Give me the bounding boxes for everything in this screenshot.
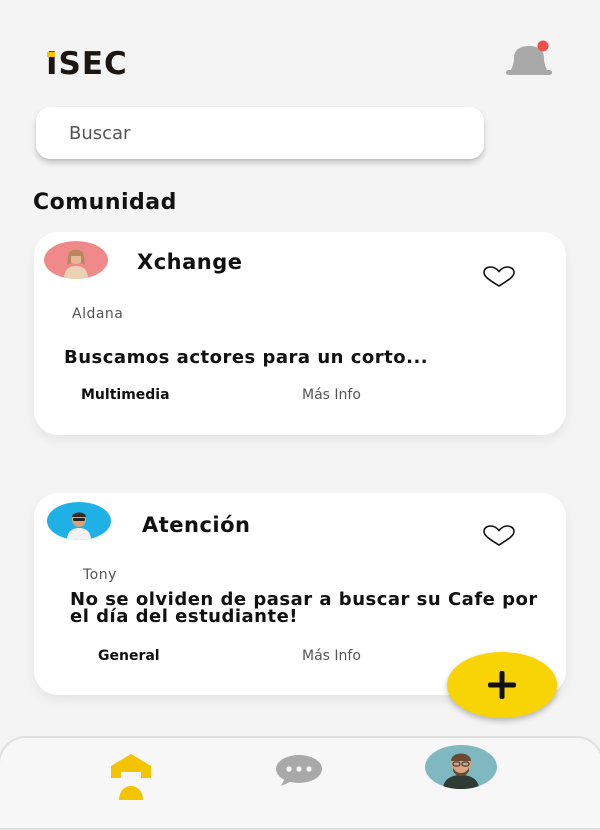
app-logo: ISEC: [46, 46, 128, 82]
heart-icon[interactable]: [482, 525, 516, 547]
post-title: Atención: [142, 513, 251, 537]
post-card[interactable]: Xchange Aldana Buscamos actores para un …: [34, 232, 566, 435]
notification-dot: [537, 40, 549, 52]
post-body: Buscamos actores para un corto...: [64, 347, 429, 368]
search-bar[interactable]: [36, 107, 484, 159]
post-author: Aldana: [72, 306, 124, 322]
post-category[interactable]: Multimedia: [81, 387, 170, 403]
profile-avatar[interactable]: [425, 745, 497, 789]
heart-icon[interactable]: [482, 266, 516, 288]
post-body: No se olviden de pasar a buscar su Cafe …: [70, 589, 538, 627]
more-info-link[interactable]: Más Info: [302, 387, 361, 403]
logo-text: ISEC: [46, 46, 128, 82]
author-avatar: [47, 502, 111, 540]
chat-icon[interactable]: [275, 754, 323, 786]
logo-accent: [47, 52, 55, 57]
post-author: Tony: [83, 567, 117, 583]
section-title: Comunidad: [33, 190, 177, 215]
notification-bell-icon[interactable]: [502, 40, 556, 80]
author-avatar: [44, 241, 108, 279]
home-icon[interactable]: [107, 752, 155, 800]
add-post-button[interactable]: [447, 652, 557, 718]
plus-icon: [488, 671, 516, 699]
post-title: Xchange: [137, 250, 243, 274]
more-info-link[interactable]: Más Info: [302, 648, 361, 664]
post-category[interactable]: General: [98, 648, 160, 664]
search-input[interactable]: [36, 107, 484, 159]
